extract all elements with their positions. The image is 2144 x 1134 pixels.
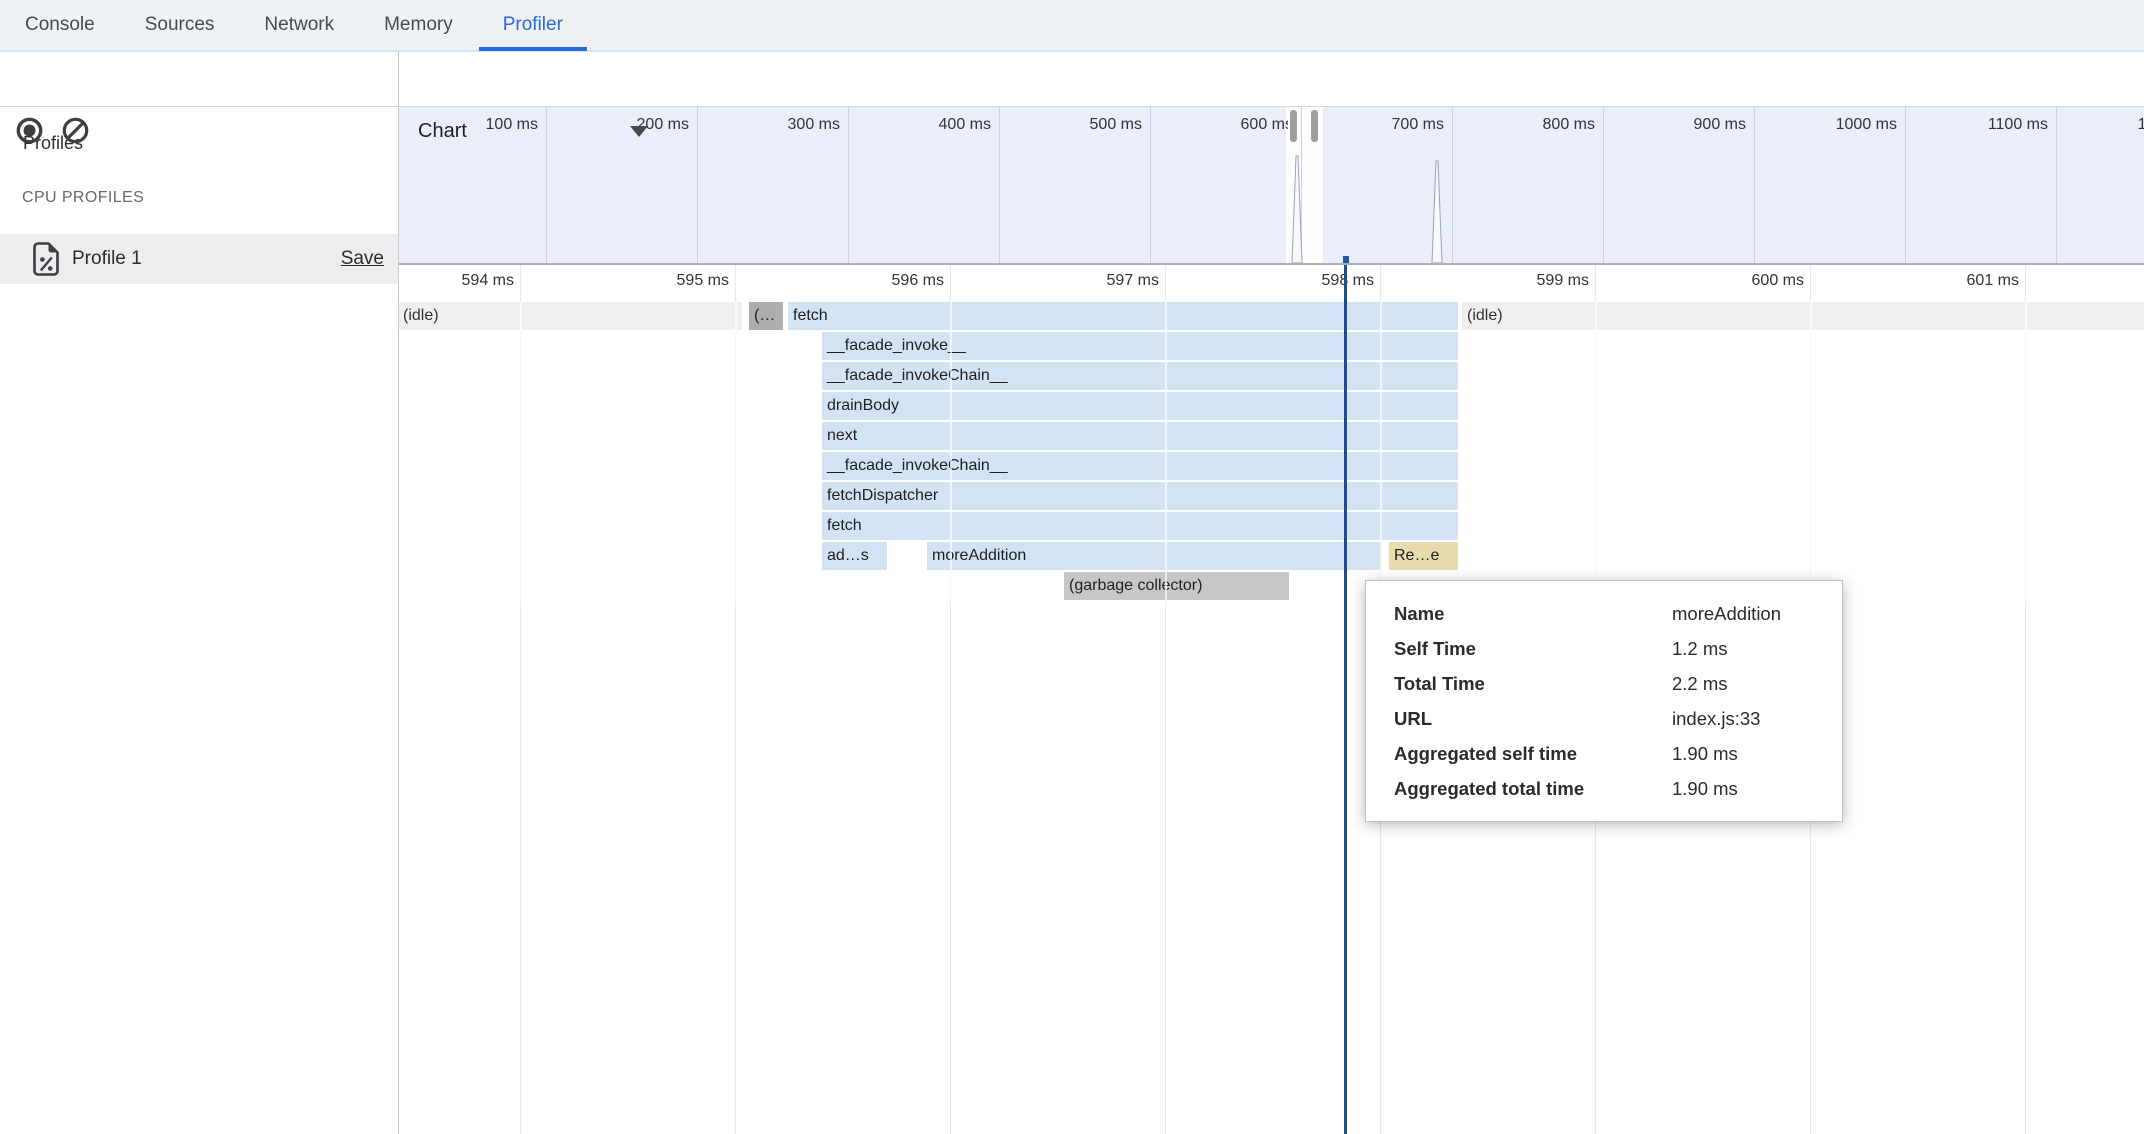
playhead-line — [1344, 265, 1347, 1134]
ruler-time-label: 599 ms — [1439, 272, 1589, 290]
ruler-time-label: 600 ms — [1654, 272, 1804, 290]
view-mode-dropdown[interactable]: Chart — [410, 110, 656, 152]
tooltip-label: Aggregated total time — [1394, 771, 1672, 806]
tooltip-value: 1.90 ms — [1672, 736, 1842, 771]
profiles-sidebar: Profiles CPU PROFILES Profile 1 Save — [0, 107, 398, 1134]
cpu-profiles-section-header: CPU PROFILES — [22, 189, 144, 207]
tab-sources[interactable]: Sources — [145, 0, 215, 51]
gridline-overlay — [1810, 302, 1812, 602]
profile-name: Profile 1 — [72, 234, 142, 284]
clear-icon — [62, 117, 89, 144]
frame-details-tooltip: NamemoreAdditionSelf Time1.2 msTotal Tim… — [1365, 580, 1843, 822]
view-mode-value: Chart — [418, 120, 467, 143]
tooltip-row: NamemoreAddition — [1366, 596, 1842, 631]
flame-bar-js[interactable]: moreAddition — [927, 542, 1382, 570]
ruler-time-label: 601 ms — [1869, 272, 2019, 290]
flame-bar-program[interactable]: (… — [749, 302, 783, 330]
gridline-overlay — [520, 302, 522, 602]
selection-handle-right[interactable] — [1309, 108, 1320, 144]
playhead-overview-tick — [1343, 256, 1349, 263]
save-profile-link[interactable]: Save — [341, 234, 384, 284]
flame-bar-js[interactable]: ad…s — [822, 542, 887, 570]
tab-console[interactable]: Console — [25, 0, 95, 51]
tooltip-value: moreAddition — [1672, 596, 1842, 631]
flame-bar-js[interactable]: fetch — [788, 302, 1458, 330]
flame-bar-idle[interactable]: (idle) — [398, 302, 742, 330]
tooltip-label: Aggregated self time — [1394, 736, 1672, 771]
tooltip-label: Total Time — [1394, 666, 1672, 701]
gridline-overlay — [735, 302, 737, 602]
timeline-overview[interactable]: 100 ms200 ms300 ms400 ms500 ms600 ms700 … — [398, 107, 2144, 265]
tooltip-value: 1.2 ms — [1672, 631, 1842, 666]
tab-network[interactable]: Network — [264, 0, 334, 51]
ruler-time-label: 596 ms — [794, 272, 944, 290]
flame-bar-gc[interactable]: (garbage collector) — [1064, 572, 1289, 600]
gridline-overlay — [1380, 302, 1382, 602]
tooltip-label: URL — [1394, 701, 1672, 736]
panel-tab-bar: Console Sources Network Memory Profiler — [0, 0, 2144, 52]
flame-bar-js[interactable]: fetch — [822, 512, 1458, 540]
flame-bar-js[interactable]: __facade_invoke__ — [822, 332, 1458, 360]
chevron-down-icon — [630, 126, 648, 137]
tooltip-value: 1.90 ms — [1672, 771, 1842, 806]
tooltip-row: Self Time1.2 ms — [1366, 631, 1842, 666]
flame-bar-js[interactable]: __facade_invokeChain__ — [822, 362, 1458, 390]
gridline-overlay — [2025, 302, 2027, 602]
ruler-time-label: 594 ms — [398, 272, 514, 290]
tooltip-label: Self Time — [1394, 631, 1672, 666]
flame-bar-idle[interactable]: (idle) — [1462, 302, 2144, 330]
ruler-time-label: 598 ms — [1224, 272, 1374, 290]
cpu-activity-spikes — [398, 107, 2144, 263]
flame-bar-js[interactable]: fetchDispatcher — [822, 482, 1458, 510]
profile-document-icon — [33, 242, 60, 276]
tooltip-row: Total Time2.2 ms — [1366, 666, 1842, 701]
flame-bar-js[interactable]: next — [822, 422, 1458, 450]
flame-bar-js[interactable]: drainBody — [822, 392, 1458, 420]
flame-bar-js[interactable]: __facade_invokeChain__ — [822, 452, 1458, 480]
devtools-window: Console Sources Network Memory Profiler Char… — [0, 0, 2144, 1134]
gridline-overlay — [1165, 302, 1167, 602]
tooltip-row: Aggregated self time1.90 ms — [1366, 736, 1842, 771]
tooltip-value: 2.2 ms — [1672, 666, 1842, 701]
record-profile-button[interactable] — [16, 117, 43, 144]
tooltip-row: URLindex.js:33 — [1366, 701, 1842, 736]
tab-memory[interactable]: Memory — [384, 0, 453, 51]
profiler-toolbar: Chart — [0, 52, 2144, 107]
tooltip-row: Aggregated total time1.90 ms — [1366, 771, 1842, 806]
gridline-overlay — [950, 302, 952, 602]
sidebar-divider[interactable] — [398, 52, 399, 1134]
record-icon — [16, 117, 43, 144]
ruler-time-label: 595 ms — [579, 272, 729, 290]
flame-bar-record[interactable]: Re…e — [1389, 542, 1458, 570]
gridline-overlay — [1595, 302, 1597, 602]
tooltip-value: index.js:33 — [1672, 701, 1842, 736]
tab-profiler[interactable]: Profiler — [503, 0, 563, 51]
clear-profiles-button[interactable] — [62, 117, 89, 144]
flame-chart-pane[interactable]: 594 ms 595 ms 596 ms 597 ms 598 ms 599 ms 600 … — [398, 265, 2144, 1134]
selection-handle-left[interactable] — [1288, 108, 1299, 144]
profile-list-item[interactable]: Profile 1 Save — [0, 234, 398, 284]
tooltip-label: Name — [1394, 596, 1672, 631]
ruler-time-label: 597 ms — [1009, 272, 1159, 290]
